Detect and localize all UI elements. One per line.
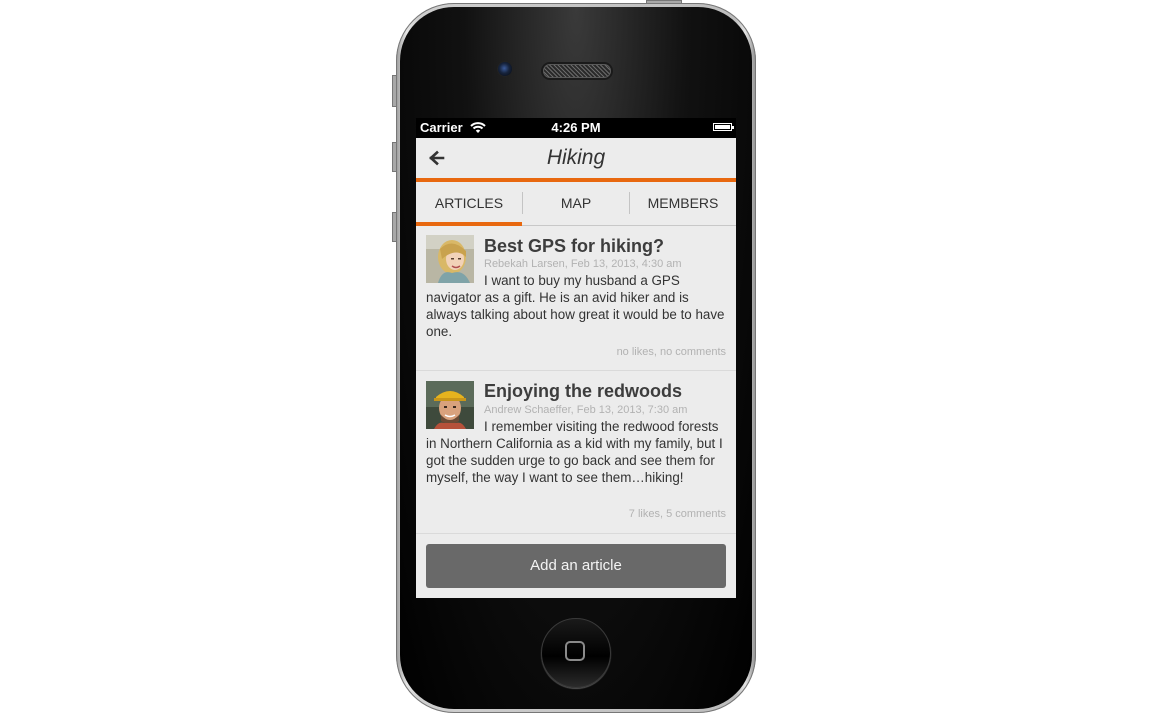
home-button[interactable] bbox=[541, 618, 611, 688]
article-body: I want to buy my husband a GPS navigator… bbox=[426, 273, 725, 339]
article-title: Enjoying the redwoods bbox=[484, 381, 683, 401]
earpiece-speaker bbox=[543, 64, 611, 78]
article-title: Best GPS for hiking? bbox=[484, 236, 665, 256]
article-stats: no likes, no comments bbox=[616, 346, 726, 358]
article-card[interactable]: Enjoying the redwoods Andrew Schaeffer, … bbox=[416, 371, 736, 534]
tab-bar: ARTICLES MAP MEMBERS bbox=[416, 182, 736, 226]
nav-bar: Hiking bbox=[416, 138, 736, 182]
tab-articles[interactable]: ARTICLES bbox=[416, 182, 522, 225]
article-card[interactable]: Best GPS for hiking? Rebekah Larsen, Feb… bbox=[416, 226, 736, 371]
page-title: Hiking bbox=[546, 146, 606, 169]
home-square-icon bbox=[565, 641, 585, 661]
status-time: 4:26 PM bbox=[551, 120, 601, 135]
article-body: I remember visiting the redwood forests … bbox=[426, 419, 723, 485]
article-stats: 7 likes, 5 comments bbox=[628, 508, 726, 520]
article-meta: Rebekah Larsen, Feb 13, 2013, 4:30 am bbox=[484, 258, 682, 270]
add-article-button[interactable]: Add an article bbox=[426, 544, 726, 588]
article-meta: Andrew Schaeffer, Feb 13, 2013, 7:30 am bbox=[484, 404, 688, 416]
tab-members[interactable]: MEMBERS bbox=[630, 182, 736, 225]
front-camera bbox=[497, 61, 513, 77]
status-bar: Carrier 4:26 PM bbox=[416, 118, 736, 138]
tab-map[interactable]: MAP bbox=[523, 182, 629, 225]
app-screen: Carrier 4:26 PM Hiking ARTICLES MAP MEMB… bbox=[416, 118, 736, 598]
battery-icon bbox=[713, 123, 734, 131]
